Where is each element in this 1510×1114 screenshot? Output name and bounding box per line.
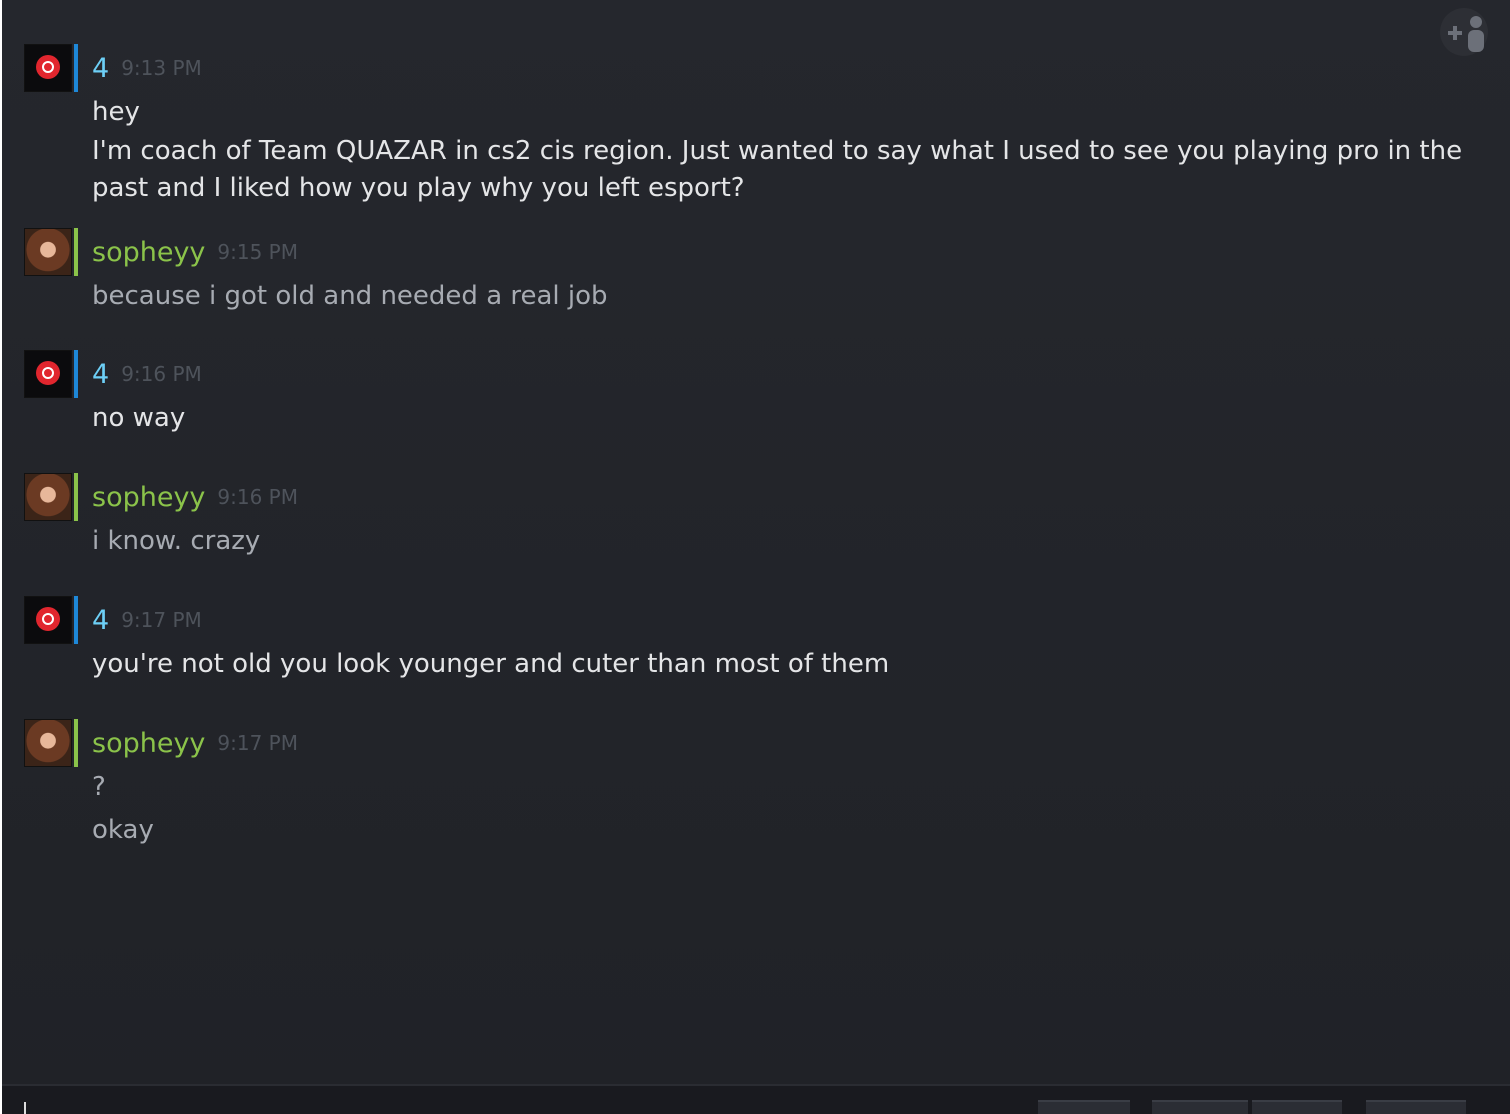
avatar-container (24, 44, 78, 92)
status-bar (74, 719, 78, 767)
message-header: 4 9:13 PM (92, 44, 1470, 92)
message-header: sopheyy 9:16 PM (92, 473, 1470, 521)
message-group: sopheyy 9:16 PM i know. crazy (24, 473, 1470, 576)
chat-message: no way (92, 403, 186, 433)
message-group: sopheyy 9:15 PM because i got old and ne… (24, 228, 1470, 330)
chat-message: i know. crazy (92, 526, 261, 556)
chat-window: 4 9:13 PM hey I'm coach of Team QUAZAR i… (2, 0, 1510, 1114)
send-button[interactable] (1366, 1100, 1466, 1114)
sender-name[interactable]: sopheyy (92, 728, 205, 759)
message-input-cursor[interactable] (24, 1102, 26, 1114)
status-bar (74, 228, 78, 276)
status-bar (74, 473, 78, 521)
message-header: sopheyy 9:15 PM (92, 228, 1470, 276)
message-group: 4 9:17 PM you're not old you look younge… (24, 596, 1470, 699)
status-bar (74, 596, 78, 644)
sender-name[interactable]: sopheyy (92, 237, 205, 268)
avatar[interactable] (24, 44, 72, 92)
chat-message: okay (92, 815, 154, 845)
sender-name[interactable]: 4 (92, 605, 109, 636)
toolbar-button[interactable] (1152, 1100, 1248, 1114)
timestamp: 9:15 PM (217, 240, 298, 264)
message-header: sopheyy 9:17 PM (92, 719, 1470, 767)
avatar[interactable] (24, 350, 72, 398)
avatar[interactable] (24, 719, 72, 767)
message-header: 4 9:16 PM (92, 350, 1470, 398)
timestamp: 9:13 PM (121, 56, 202, 80)
timestamp: 9:17 PM (121, 608, 202, 632)
timestamp: 9:16 PM (217, 485, 298, 509)
message-group: 4 9:13 PM hey I'm coach of Team QUAZAR i… (24, 44, 1470, 208)
message-header: 4 9:17 PM (92, 596, 1470, 644)
timestamp: 9:17 PM (217, 731, 298, 755)
message-group: 4 9:16 PM no way (24, 350, 1470, 453)
chat-message: hey (92, 97, 140, 127)
status-bar (74, 44, 78, 92)
message-group: sopheyy 9:17 PM ? okay (24, 719, 1470, 849)
chat-message: I'm coach of Team QUAZAR in cs2 cis regi… (92, 136, 1463, 203)
chat-message: because i got old and needed a real job (92, 281, 608, 311)
toolbar-button[interactable] (1038, 1100, 1130, 1114)
sender-name[interactable]: sopheyy (92, 482, 205, 513)
sender-name[interactable]: 4 (92, 53, 109, 84)
avatar-container (24, 228, 78, 276)
avatar-container (24, 719, 78, 767)
avatar-container (24, 596, 78, 644)
avatar-container (24, 350, 78, 398)
avatar[interactable] (24, 596, 72, 644)
chat-message: you're not old you look younger and cute… (92, 649, 890, 679)
status-bar (74, 350, 78, 398)
avatar-container (24, 473, 78, 521)
avatar[interactable] (24, 473, 72, 521)
avatar[interactable] (24, 228, 72, 276)
sender-name[interactable]: 4 (92, 359, 109, 390)
message-list: 4 9:13 PM hey I'm coach of Team QUAZAR i… (24, 44, 1470, 869)
timestamp: 9:16 PM (121, 362, 202, 386)
chat-message: ? (92, 772, 106, 802)
toolbar-button[interactable] (1252, 1100, 1342, 1114)
chat-input-bar (2, 1084, 1510, 1114)
